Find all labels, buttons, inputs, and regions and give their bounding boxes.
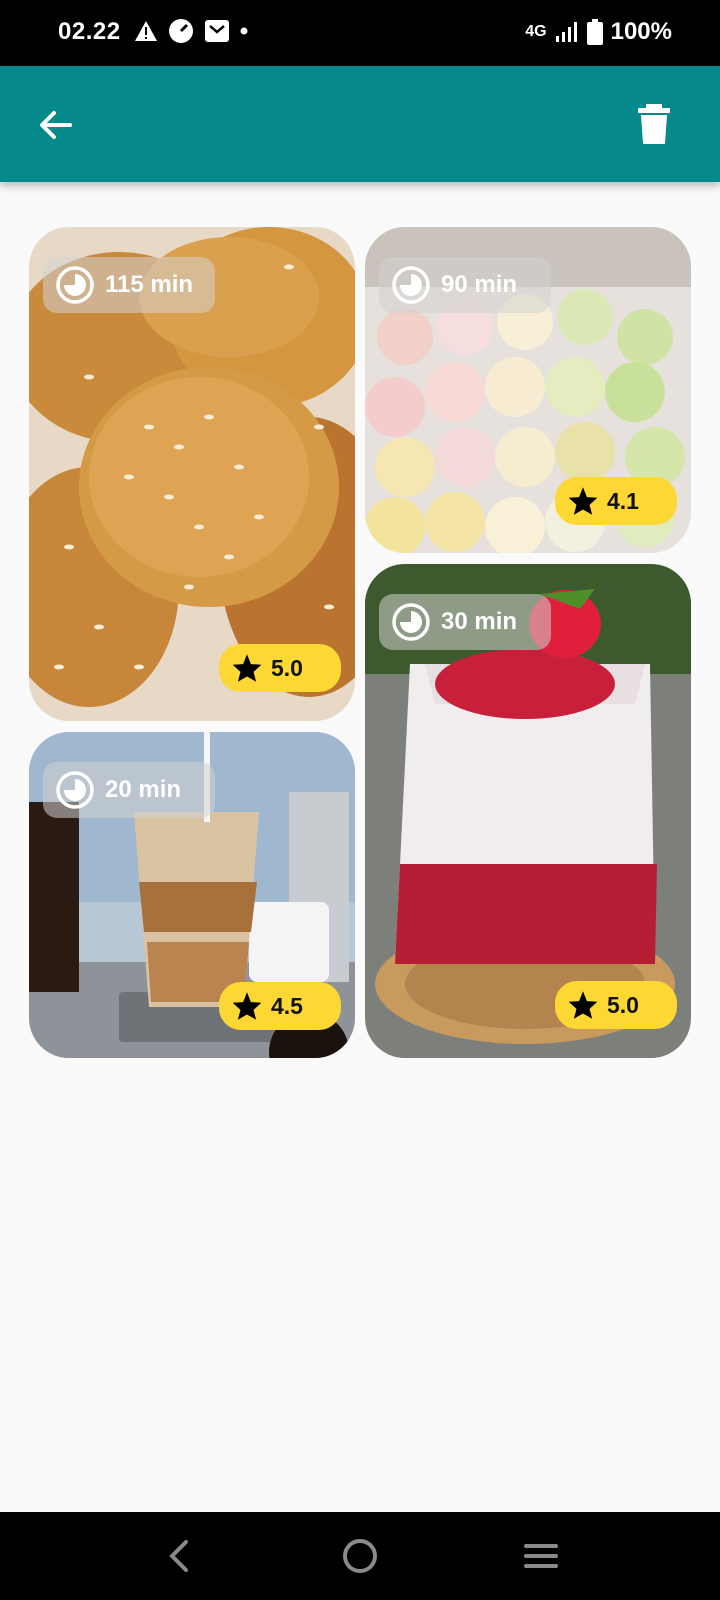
nav-home-icon[interactable] xyxy=(342,1538,378,1574)
cook-time-chip: 20 min xyxy=(43,762,215,818)
status-right: 4G 100% xyxy=(525,18,672,46)
star-icon xyxy=(232,654,262,682)
recipe-card[interactable]: 115 min 5.0 xyxy=(29,227,355,721)
network-type: 4G xyxy=(525,23,547,40)
signal-icon xyxy=(555,22,577,42)
nav-back-icon[interactable] xyxy=(166,1538,192,1574)
rating-label: 4.1 xyxy=(607,487,639,514)
star-icon xyxy=(232,992,262,1020)
cook-time-chip: 30 min xyxy=(379,594,551,650)
cook-time-label: 115 min xyxy=(105,271,194,298)
rating-chip: 4.1 xyxy=(555,477,677,525)
mail-icon xyxy=(205,20,229,42)
recipe-card[interactable]: 20 min 4.5 xyxy=(29,732,355,1058)
star-icon xyxy=(568,487,598,515)
star-icon xyxy=(568,991,598,1019)
app-bar xyxy=(0,66,720,182)
recipe-card[interactable]: 30 min 5.0 xyxy=(365,564,691,1058)
speedometer-icon xyxy=(169,19,193,43)
timer-icon xyxy=(392,603,430,641)
dot-icon xyxy=(240,27,248,35)
recipe-card[interactable]: 90 min 4.1 xyxy=(365,227,691,553)
timer-icon xyxy=(392,266,430,304)
timer-icon xyxy=(56,771,94,809)
cook-time-chip: 90 min xyxy=(379,257,551,313)
rating-chip: 5.0 xyxy=(219,644,341,692)
notification-icons xyxy=(134,18,248,44)
timer-icon xyxy=(56,266,94,304)
cook-time-label: 20 min xyxy=(105,776,182,803)
trash-icon[interactable] xyxy=(632,102,676,146)
cook-time-label: 90 min xyxy=(441,271,518,298)
rating-chip: 5.0 xyxy=(555,981,677,1029)
rating-label: 5.0 xyxy=(271,654,303,681)
cook-time-chip: 115 min xyxy=(43,257,215,313)
system-nav-bar xyxy=(0,1512,720,1600)
status-bar: 02.22 4G 100% xyxy=(0,0,720,66)
battery-level: 100% xyxy=(610,18,672,45)
rating-chip: 4.5 xyxy=(219,982,341,1030)
battery-icon xyxy=(586,19,603,45)
nav-menu-icon[interactable] xyxy=(522,1540,560,1572)
back-arrow-icon[interactable] xyxy=(34,103,78,147)
cook-time-label: 30 min xyxy=(441,608,518,635)
rating-label: 5.0 xyxy=(607,991,639,1018)
status-time: 02.22 xyxy=(58,18,121,45)
warning-icon xyxy=(135,21,157,41)
rating-label: 4.5 xyxy=(271,992,303,1019)
